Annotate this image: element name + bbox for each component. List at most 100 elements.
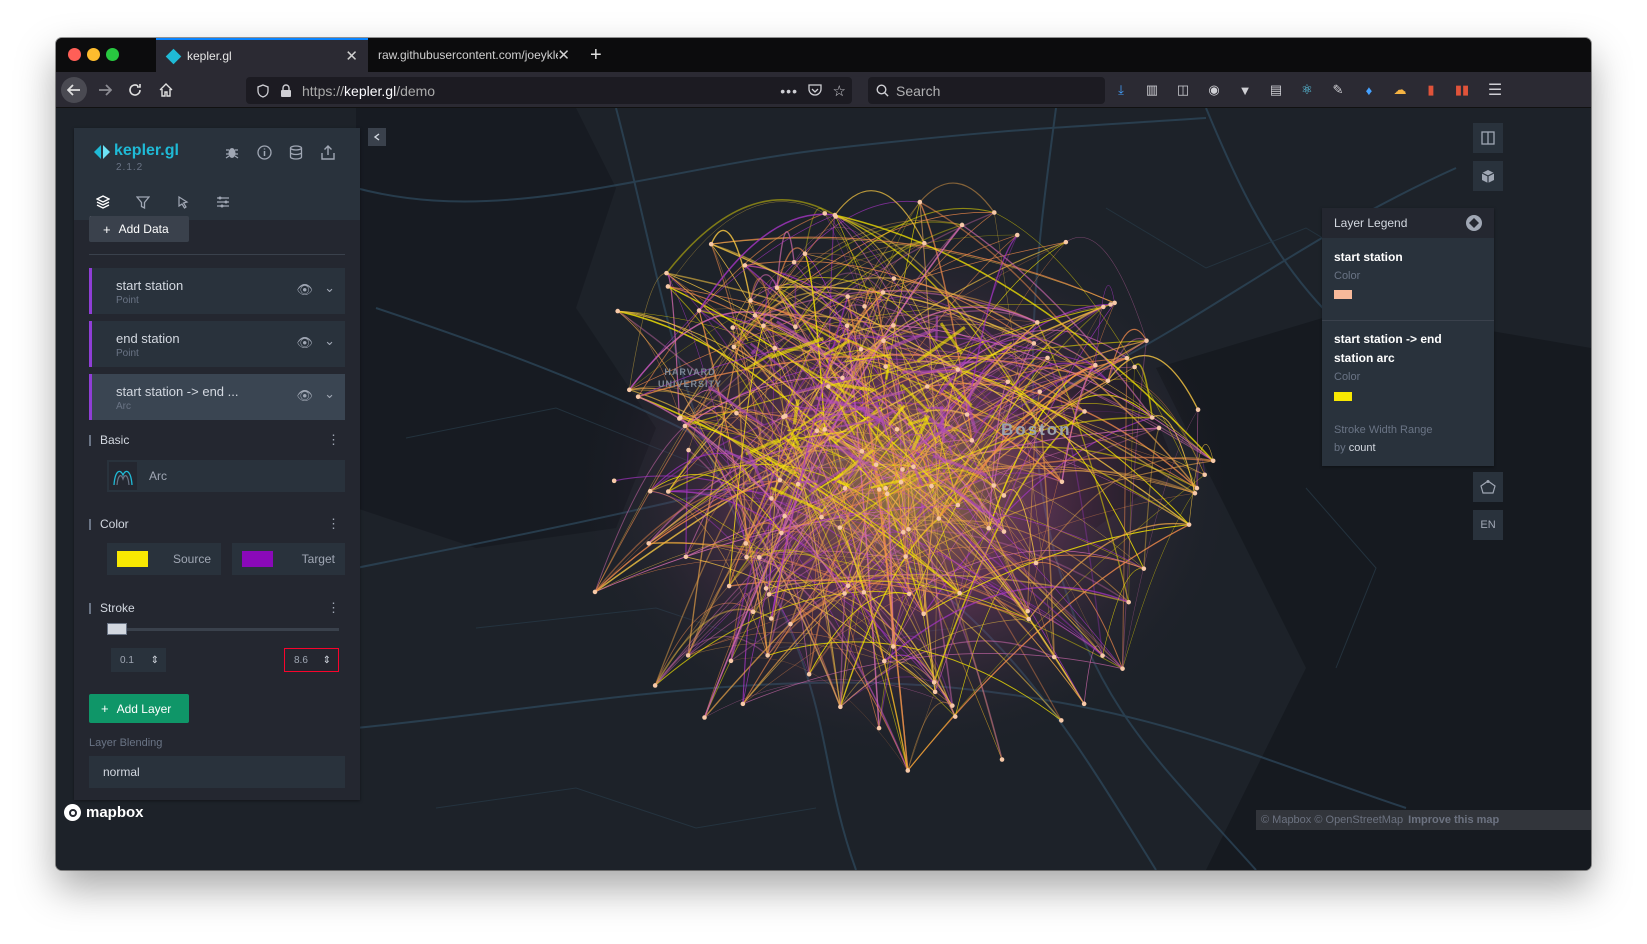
diamond-icon[interactable]: ♦ — [1360, 81, 1378, 99]
station-point[interactable] — [1051, 654, 1057, 660]
station-point[interactable] — [969, 438, 975, 443]
station-point[interactable] — [615, 308, 620, 314]
station-point[interactable] — [1035, 320, 1040, 325]
station-point[interactable] — [1194, 485, 1200, 491]
station-point[interactable] — [665, 284, 671, 289]
extension-bar-icon[interactable]: ▮ — [1422, 81, 1440, 99]
forward-arrow-icon[interactable] — [92, 77, 118, 103]
target-color-picker[interactable]: Target — [232, 543, 345, 575]
station-point[interactable] — [683, 554, 689, 560]
station-point[interactable] — [708, 241, 714, 247]
pocket-icon[interactable] — [808, 83, 822, 100]
station-point[interactable] — [728, 658, 734, 664]
station-point[interactable] — [837, 525, 843, 530]
station-point[interactable] — [702, 715, 707, 720]
tab-base-map[interactable] — [213, 192, 233, 212]
close-window-button[interactable] — [68, 48, 81, 61]
layer-panel-start-station[interactable]: start station Point 👁︎ ⌄ — [89, 268, 345, 314]
star-icon[interactable]: ☆ — [833, 82, 846, 100]
station-point[interactable] — [819, 514, 824, 520]
source-color-picker[interactable]: Source — [107, 543, 221, 575]
station-point[interactable] — [726, 583, 732, 589]
station-point[interactable] — [922, 240, 927, 246]
legend-toggle-icon[interactable] — [1466, 215, 1482, 231]
station-point[interactable] — [752, 313, 758, 318]
station-point[interactable] — [1001, 493, 1007, 498]
station-point[interactable] — [964, 412, 970, 417]
station-point[interactable] — [844, 323, 850, 329]
stroke-slider-track[interactable] — [107, 628, 339, 631]
station-point[interactable] — [822, 211, 828, 216]
stroke-slider-handle[interactable] — [107, 623, 127, 635]
menu-icon[interactable]: ☰ — [1486, 81, 1504, 99]
url-bar[interactable]: https://kepler.gl/demo ••• ☆ — [246, 77, 852, 104]
station-point[interactable] — [873, 462, 879, 467]
station-point[interactable] — [952, 714, 958, 719]
station-point[interactable] — [1045, 355, 1050, 361]
station-point[interactable] — [859, 448, 865, 454]
station-point[interactable] — [1093, 362, 1098, 368]
station-point[interactable] — [757, 555, 762, 560]
station-point[interactable] — [731, 344, 737, 350]
download-icon[interactable]: ⤓ — [1112, 81, 1130, 99]
layer-panel-arc[interactable]: start station -> end ... Arc 👁︎ ⌄ — [89, 374, 345, 420]
station-point[interactable] — [774, 285, 780, 291]
stroke-min-input[interactable]: 0.1 ⇕ — [111, 648, 166, 672]
split-map-button[interactable] — [1473, 123, 1503, 153]
station-point[interactable] — [730, 325, 735, 330]
station-point[interactable] — [924, 384, 930, 389]
new-tab-button[interactable]: + — [590, 38, 610, 72]
station-point[interactable] — [744, 554, 749, 560]
sidebar-icon[interactable]: ◫ — [1174, 81, 1192, 99]
station-point[interactable] — [822, 427, 827, 432]
station-point[interactable] — [592, 589, 598, 595]
station-point[interactable] — [782, 513, 787, 519]
station-point[interactable] — [765, 653, 770, 658]
kebab-menu-icon[interactable]: ⋮ — [327, 600, 340, 616]
library-icon[interactable]: ▥ — [1143, 81, 1161, 99]
station-point[interactable] — [950, 703, 955, 708]
station-point[interactable] — [761, 323, 766, 329]
attribution-text[interactable]: © Mapbox © OpenStreetMap — [1261, 814, 1403, 826]
station-point[interactable] — [766, 592, 772, 597]
station-point[interactable] — [903, 554, 908, 559]
kebab-menu-icon[interactable]: ⋮ — [327, 516, 340, 532]
station-point[interactable] — [1025, 608, 1031, 614]
layer-panel-end-station[interactable]: end station Point 👁︎ ⌄ — [89, 321, 345, 367]
station-point[interactable] — [881, 338, 886, 344]
station-point[interactable] — [1082, 409, 1087, 414]
search-input[interactable]: Search — [868, 77, 1105, 104]
station-point[interactable] — [842, 486, 848, 491]
station-point[interactable] — [646, 541, 651, 546]
station-point[interactable] — [734, 410, 739, 416]
station-point[interactable] — [740, 701, 746, 707]
station-point[interactable] — [664, 270, 669, 276]
map-view[interactable]: HARVARD UNIVERSITY Boston kepler.gl 2.1.… — [56, 108, 1591, 870]
tab-kepler[interactable]: kepler.gl ✕ — [156, 38, 368, 72]
station-point[interactable] — [763, 586, 769, 591]
station-point[interactable] — [1063, 239, 1069, 245]
station-point[interactable] — [838, 704, 843, 710]
stepper-icon[interactable]: ⇕ — [323, 655, 331, 666]
station-point[interactable] — [921, 611, 926, 617]
station-point[interactable] — [929, 483, 934, 489]
station-point[interactable] — [1202, 472, 1208, 478]
add-data-button[interactable]: + Add Data — [89, 216, 189, 242]
station-point[interactable] — [788, 621, 793, 627]
station-point[interactable] — [685, 653, 691, 658]
station-point[interactable] — [906, 527, 911, 532]
station-point[interactable] — [1100, 653, 1105, 658]
chevron-down-icon[interactable]: ⌄ — [324, 386, 335, 402]
station-point[interactable] — [1033, 560, 1039, 566]
station-point[interactable] — [905, 768, 911, 773]
vue-devtools-icon[interactable]: ▼ — [1236, 81, 1254, 99]
station-point[interactable] — [802, 251, 808, 256]
collapse-panel-button[interactable] — [368, 128, 386, 146]
station-point[interactable] — [917, 199, 923, 205]
station-point[interactable] — [842, 591, 847, 596]
station-point[interactable] — [1186, 522, 1192, 527]
station-point[interactable] — [686, 447, 691, 453]
station-point[interactable] — [1126, 599, 1131, 605]
minimize-window-button[interactable] — [87, 48, 100, 61]
reload-icon[interactable] — [122, 77, 148, 103]
